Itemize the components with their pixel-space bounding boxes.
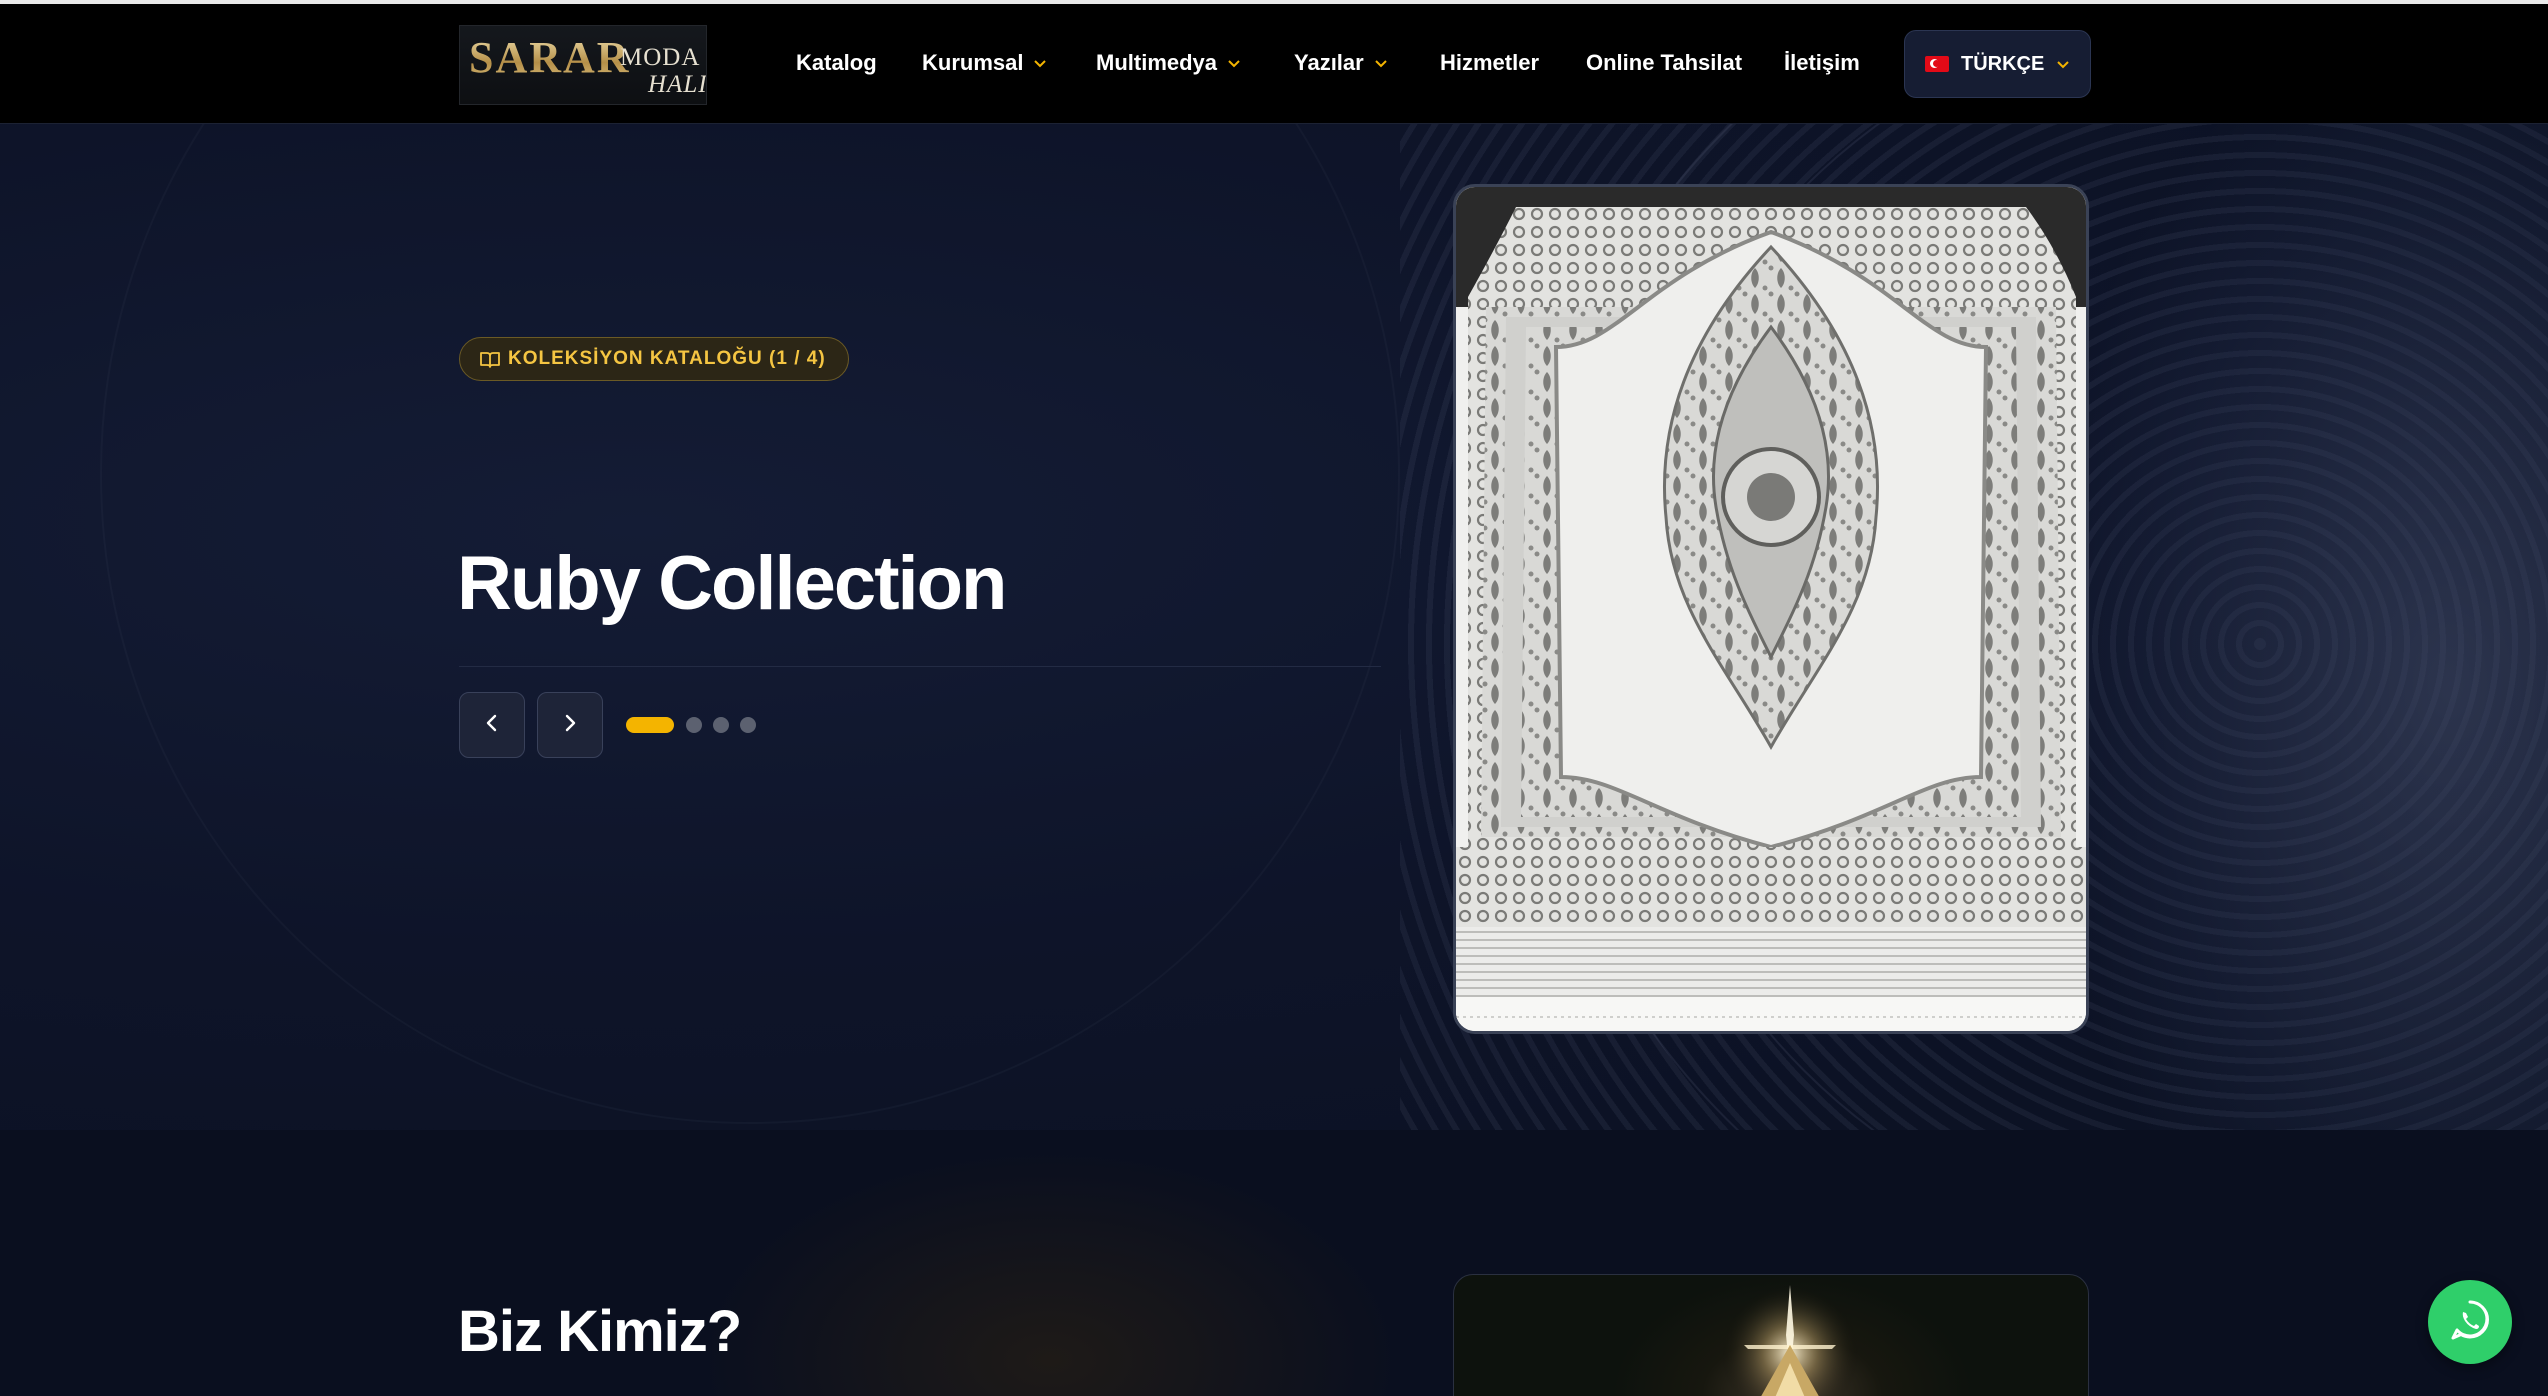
chevron-down-icon <box>2056 57 2070 71</box>
slide-dot-2[interactable] <box>686 717 702 733</box>
carpet-image <box>1453 184 2089 1034</box>
logo-sub-text: HALI <box>648 71 707 98</box>
carpet-illustration <box>1456 187 2086 1031</box>
section-title: Biz Kimiz? <box>458 1299 742 1364</box>
language-selector[interactable]: TÜRKÇE <box>1904 30 2091 98</box>
whatsapp-icon <box>2448 1298 2492 1347</box>
badge-text: KOLEKSİYON KATALOĞU (1 / 4) <box>508 348 826 369</box>
about-section: Biz Kimiz? <box>0 1130 2548 1396</box>
about-image-card <box>1453 1274 2089 1396</box>
nav-kurumsal[interactable]: Kurumsal <box>922 50 1047 76</box>
nav-katalog[interactable]: Katalog <box>796 50 877 76</box>
chevron-left-icon <box>481 712 503 739</box>
logo-main-text: SARAR <box>469 33 631 82</box>
site-header: SARAR MODA HALI Katalog Kurumsal Multime… <box>0 4 2548 124</box>
book-icon <box>480 351 500 369</box>
collection-badge: KOLEKSİYON KATALOĞU (1 / 4) <box>459 337 849 381</box>
divider <box>459 666 1381 667</box>
slide-dot-4[interactable] <box>740 717 756 733</box>
slide-dot-1[interactable] <box>626 717 674 733</box>
logo-sub-text: MODA <box>620 44 701 71</box>
next-slide-button[interactable] <box>537 692 603 758</box>
chevron-down-icon <box>1227 56 1241 70</box>
nav-yazilar[interactable]: Yazılar <box>1294 50 1388 76</box>
logo[interactable]: SARAR MODA HALI <box>459 25 707 105</box>
chevron-right-icon <box>559 712 581 739</box>
chevron-down-icon <box>1033 56 1047 70</box>
nav-multimedya[interactable]: Multimedya <box>1096 50 1241 76</box>
turkey-flag-icon <box>1925 56 1949 72</box>
hero-slider <box>0 124 2548 1130</box>
hero-title: Ruby Collection <box>457 541 1007 626</box>
language-label: TÜRKÇE <box>1961 52 2045 75</box>
chevron-down-icon <box>1374 56 1388 70</box>
nav-iletisim[interactable]: İletişim <box>1784 50 1860 76</box>
nav-hizmetler[interactable]: Hizmetler <box>1440 50 1539 76</box>
prev-slide-button[interactable] <box>459 692 525 758</box>
crystal-icon <box>1720 1283 1860 1396</box>
whatsapp-button[interactable] <box>2428 1280 2512 1364</box>
slide-dot-3[interactable] <box>713 717 729 733</box>
nav-online-tahsilat[interactable]: Online Tahsilat <box>1586 50 1742 76</box>
